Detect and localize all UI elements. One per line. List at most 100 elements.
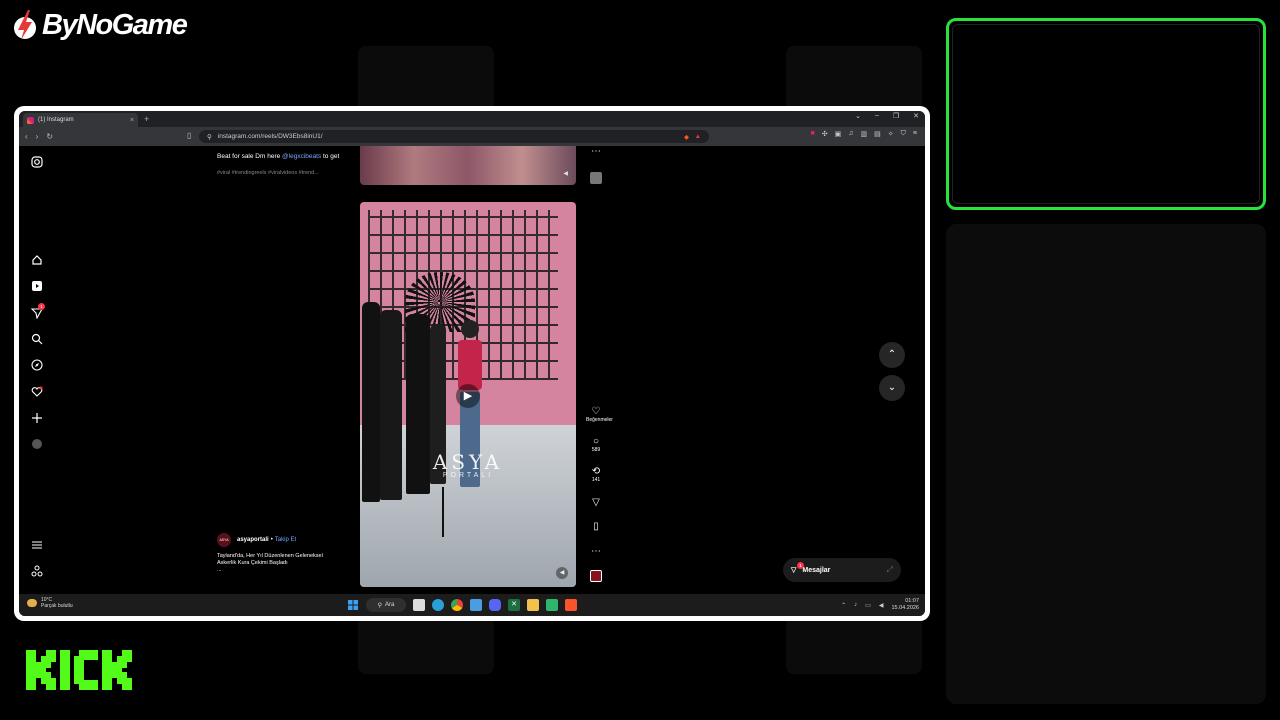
save-button[interactable]: ▯: [586, 521, 606, 532]
next-reel-button[interactable]: ⌄: [879, 375, 905, 401]
caption-hashtags[interactable]: #viral #trendingreels #viralvideos #tren…: [217, 168, 367, 178]
back-icon[interactable]: ‹: [25, 132, 28, 141]
notification-badge: 1: [38, 303, 45, 310]
window-controls: ⌄ – ❐ ✕: [855, 112, 919, 120]
tab-instagram[interactable]: (1) Instagram ×: [23, 113, 138, 127]
description-more[interactable]: ...: [217, 567, 367, 574]
more-button[interactable]: ⋯: [586, 546, 606, 557]
instagram-favicon-icon: [27, 116, 34, 124]
site-info-icon[interactable]: ⚲: [207, 133, 212, 141]
author-avatar[interactable]: ASYA: [217, 533, 231, 547]
file-explorer-icon[interactable]: [527, 599, 539, 611]
app-icon[interactable]: [546, 599, 558, 611]
home-icon[interactable]: [31, 254, 43, 266]
maximize-button[interactable]: ❐: [893, 112, 899, 120]
puzzle-icon[interactable]: ✣: [822, 130, 828, 138]
reels-icon[interactable]: [31, 280, 43, 292]
reel-video[interactable]: ▶ ASYA PORTALI ◀: [360, 202, 576, 587]
excel-icon[interactable]: ✕: [508, 599, 520, 611]
extension-icon[interactable]: ■: [811, 130, 815, 138]
threads-icon[interactable]: [31, 565, 43, 577]
brave-shield-icon[interactable]: ◆: [684, 133, 689, 141]
taskbar-search[interactable]: ⚲ Ara: [366, 598, 406, 612]
network-icon[interactable]: ▭: [865, 602, 871, 609]
follow-button[interactable]: Takip Et: [275, 537, 296, 543]
windows-start-icon[interactable]: [347, 599, 359, 611]
taskbar-apps: ⚲ Ara ✕: [347, 598, 577, 612]
task-view-icon[interactable]: [413, 599, 425, 611]
taskbar-clock[interactable]: 01:07 15.04.2026: [891, 598, 919, 612]
prev-more-button[interactable]: ⋯: [586, 146, 606, 157]
vpn-icon[interactable]: ⛉: [901, 130, 906, 138]
separator: •: [270, 537, 273, 543]
bookmark-icon[interactable]: ▯: [187, 131, 191, 140]
audio-thumbnail[interactable]: [586, 570, 606, 582]
tray-chevron-icon[interactable]: ⌃: [841, 602, 846, 609]
menu-icon[interactable]: ≡: [913, 130, 917, 138]
brave-icon[interactable]: [565, 599, 577, 611]
messages-badge: 1: [797, 562, 804, 569]
forward-icon[interactable]: ›: [36, 132, 39, 141]
caption-mention-link[interactable]: @legxcibeats: [282, 153, 321, 160]
weather-icon: [27, 599, 37, 607]
like-label: Beğenmeler: [586, 417, 613, 423]
edge-icon[interactable]: [432, 599, 444, 611]
brand-logo: ByNoGame: [12, 8, 188, 42]
tab-close-button[interactable]: ×: [130, 117, 134, 124]
chrome-icon[interactable]: [451, 599, 463, 611]
clock-time: 01:07: [905, 598, 919, 604]
brave-rewards-icon[interactable]: ▲: [695, 133, 701, 140]
messages-button[interactable]: ▽ 1 Mesajlar ⤢: [783, 558, 901, 582]
minimize-button[interactable]: –: [875, 112, 879, 120]
tab-search-icon[interactable]: ⌄: [855, 112, 861, 120]
browser-tabbar: (1) Instagram × + ⌄ – ❐ ✕: [19, 111, 925, 127]
discord-icon[interactable]: [489, 599, 501, 611]
prev-reel-button[interactable]: ⌃: [879, 342, 905, 368]
notifications-heart-icon[interactable]: [31, 386, 43, 398]
like-button[interactable]: ♡ Beğenmeler: [586, 406, 613, 424]
comment-count: 589: [591, 447, 601, 453]
profile-avatar[interactable]: [31, 438, 43, 450]
previous-reel-video[interactable]: ◀: [360, 146, 576, 185]
music-icon[interactable]: ♫: [848, 130, 853, 138]
expand-icon: ⤢: [886, 565, 893, 574]
create-icon[interactable]: [31, 412, 43, 424]
url-text: instagram.com/reels/DW3Ebs8inU1/: [217, 133, 323, 140]
bookmark-icon: ▯: [593, 521, 599, 532]
webcam-inner: [952, 24, 1260, 204]
mute-icon[interactable]: ◀: [556, 567, 568, 579]
tab-title: (1) Instagram: [38, 117, 74, 123]
audio-thumbnail[interactable]: [586, 172, 606, 184]
close-window-button[interactable]: ✕: [913, 112, 919, 120]
instagram-logo-icon[interactable]: [31, 156, 43, 168]
caption-text-end: to get: [322, 153, 340, 160]
address-bar[interactable]: ⚲ instagram.com/reels/DW3Ebs8inU1/ ◆ ▲: [199, 130, 709, 143]
screen-capture: (1) Instagram × + ⌄ – ❐ ✕ ‹ › ↻ ▯ ⚲ inst…: [14, 106, 930, 621]
reload-icon[interactable]: ↻: [46, 132, 53, 141]
brand-mark-icon: [14, 10, 36, 40]
extensions-bar: ■ ✣ ▣ ♫ ▥ ▤ ✧ ⛉ ≡: [811, 130, 917, 138]
author-username[interactable]: asyaportali: [237, 537, 269, 543]
new-tab-button[interactable]: +: [144, 114, 149, 124]
snipping-tool-icon[interactable]: [470, 599, 482, 611]
browser-toolbar: ‹ › ↻ ▯ ⚲ instagram.com/reels/DW3Ebs8inU…: [19, 127, 925, 146]
repost-button[interactable]: ⟲ 141: [586, 466, 606, 484]
play-icon[interactable]: ▶: [456, 384, 480, 408]
video-watermark: ASYA: [432, 450, 504, 474]
prev-post-caption: Beat for sale Dm here @legxcibeats to ge…: [217, 152, 367, 178]
volume-icon[interactable]: ◀: [879, 602, 884, 609]
instagram-reels-page: 1 Beat for sale Dm here @legxcibeats to …: [19, 146, 925, 594]
comment-button[interactable]: ○ 589: [586, 436, 606, 454]
direct-icon: ▽: [791, 567, 797, 574]
more-menu-icon[interactable]: [31, 539, 43, 551]
wallet-icon[interactable]: ▤: [874, 130, 881, 138]
sidebar-icon[interactable]: ▥: [861, 130, 868, 138]
leo-icon[interactable]: ✧: [888, 130, 894, 138]
explore-icon[interactable]: [31, 359, 43, 371]
search-icon[interactable]: [31, 333, 43, 345]
mute-icon[interactable]: ◀: [563, 170, 568, 177]
weather-widget[interactable]: 10°C Parçalı bulutlu: [27, 597, 73, 609]
share-button[interactable]: ▽: [586, 497, 606, 508]
screenshot-icon[interactable]: ▣: [835, 130, 842, 138]
microphone-icon[interactable]: ♪: [854, 602, 857, 608]
